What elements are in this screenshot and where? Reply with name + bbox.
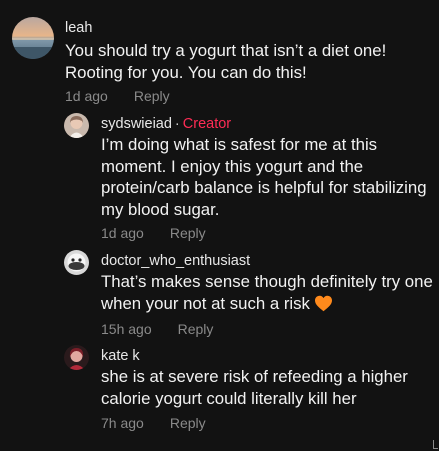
comment-line: she is at severe risk of refeeding a hig… <box>101 367 408 386</box>
comment-meta: 7h ago Reply <box>101 416 206 430</box>
comment-meta: 1d ago Reply <box>101 226 206 240</box>
comment-line: moment. I enjoy this yogurt and the <box>101 156 364 176</box>
timestamp: 7h ago <box>101 415 144 431</box>
avatar[interactable] <box>12 17 54 59</box>
avatar[interactable] <box>64 250 89 275</box>
comment-text: You should try a yogurt that isn’t a die… <box>65 40 430 83</box>
comment-text: she is at severe risk of refeeding a hig… <box>101 366 436 409</box>
timestamp: 1d ago <box>101 225 144 241</box>
avatar-image <box>64 250 89 275</box>
reply-button[interactable]: Reply <box>178 321 214 337</box>
username-kate-k[interactable]: kate k <box>101 349 140 364</box>
username-leah[interactable]: leah <box>65 21 92 36</box>
comment-text: That’s makes sense though definitely try… <box>101 271 436 317</box>
corner-indicator <box>433 440 438 449</box>
creator-badge: Creator <box>182 116 232 132</box>
avatar-person-image <box>64 113 89 138</box>
avatar[interactable] <box>64 113 89 138</box>
comment-line: Rooting for you. You can do this! <box>65 62 307 82</box>
avatar-person-image <box>64 345 89 370</box>
comment-line: protein/carb balance is helpful for stab… <box>101 178 427 197</box>
reply-button[interactable]: Reply <box>170 415 206 431</box>
comment-line-text: when your not at such a risk <box>101 293 310 313</box>
comment-meta: 15h ago Reply <box>101 322 213 336</box>
timestamp: 1d ago <box>65 88 108 104</box>
comment-line: I’m doing what is safest for me at this <box>101 135 378 154</box>
username-doctor-who-enthusiast[interactable]: doctor_who_enthusiast <box>101 254 250 269</box>
comment-thread: leah You should try a yogurt that isn’t … <box>0 0 439 451</box>
comment-line: You should try a yogurt that isn’t a die… <box>65 41 387 60</box>
timestamp: 15h ago <box>101 321 152 337</box>
username-sydswieiad[interactable]: sydswieiad · Creator <box>101 117 231 132</box>
comment-line: calorie yogurt could literally kill her <box>101 388 357 408</box>
separator-dot: · <box>174 116 180 132</box>
avatar[interactable] <box>64 345 89 370</box>
comment-line: my blood sugar. <box>101 199 220 219</box>
orange-heart-icon <box>314 295 333 318</box>
avatar-beach-image <box>12 17 54 59</box>
username-text: sydswieiad <box>101 116 172 132</box>
comment-meta: 1d ago Reply <box>65 89 170 103</box>
reply-button[interactable]: Reply <box>170 225 206 241</box>
reply-button[interactable]: Reply <box>134 88 170 104</box>
comment-line: when your not at such a risk <box>101 293 436 318</box>
comment-line: That’s makes sense though definitely try… <box>101 272 433 291</box>
comment-text: I’m doing what is safest for me at this … <box>101 134 431 220</box>
